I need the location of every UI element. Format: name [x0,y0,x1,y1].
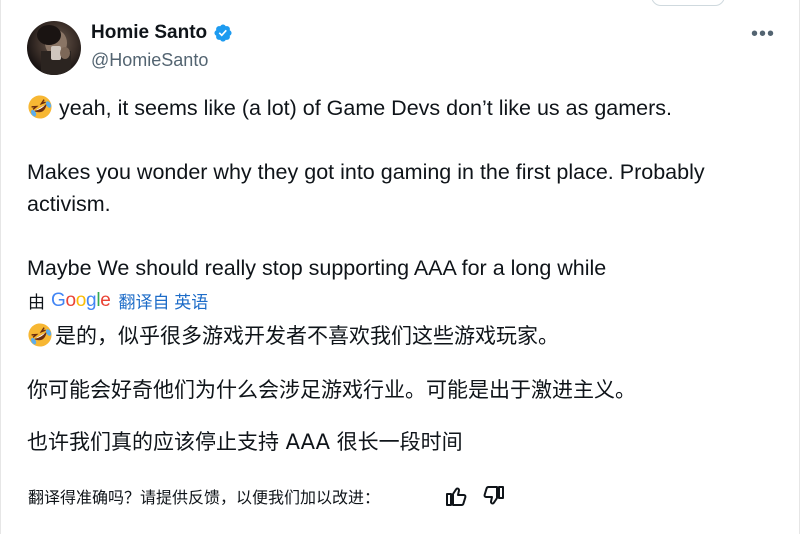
tweet-text-line-2: Makes you wonder why they got into gamin… [27,160,705,184]
translation-line-1: 是的，似乎很多游戏开发者不喜欢我们这些游戏玩家。 [27,320,559,350]
tweet-text-line-4: Maybe We should really stop supporting A… [27,256,607,280]
rolling-on-floor-laughing-emoji [28,323,52,347]
translation-line-2: 你可能会好奇他们为什么会涉足游戏行业。可能是出于激进主义。 [27,378,636,402]
translation-line-3: 也许我们真的应该停止支持 AAA 很长一段时间 [27,430,463,454]
tweet-text-line-1: yeah, it seems like (a lot) of Game Devs… [27,92,672,125]
avatar[interactable] [27,21,81,75]
follow-button-partial[interactable] [651,0,725,6]
translated-by-row: 由 Google 翻译自 英语 [28,288,208,313]
thumbs-up-icon[interactable] [444,484,468,508]
author-name-row: Homie Santo [91,22,233,44]
thumbs-down-icon[interactable] [482,484,506,508]
tweet-card: Homie Santo @HomieSanto ••• yeah, it see… [0,0,800,534]
verified-badge-icon [214,24,232,42]
tweet-text-line-3: activism. [27,192,111,216]
translation-feedback-prompt: 翻译得准确吗？请提供反馈，以便我们加以改进： [28,488,381,507]
tweet-text-line-1-content: yeah, it seems like (a lot) of Game Devs… [59,96,672,120]
translated-by-label: 由 [28,293,45,312]
author-handle[interactable]: @HomieSanto [91,50,208,71]
translated-from-link[interactable]: 翻译自 英语 [119,288,209,313]
author-display-name[interactable]: Homie Santo [91,22,207,44]
avatar-image [37,25,71,75]
more-options-icon[interactable]: ••• [749,23,777,45]
rolling-on-floor-laughing-emoji [28,95,52,119]
translation-line-1-content: 是的，似乎很多游戏开发者不喜欢我们这些游戏玩家。 [55,324,559,348]
google-logo: Google [51,289,111,311]
